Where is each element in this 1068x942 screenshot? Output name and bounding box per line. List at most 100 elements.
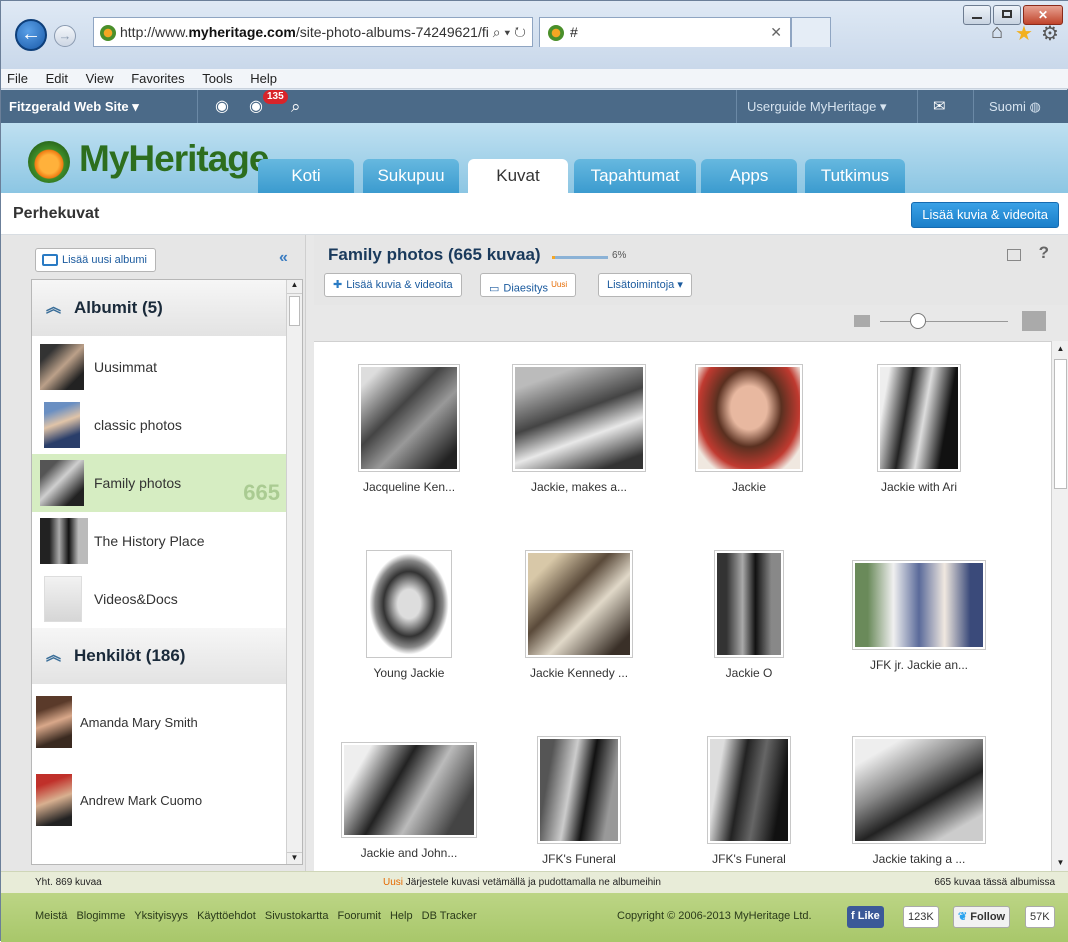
notifications-icon[interactable]: ◉ xyxy=(249,90,263,123)
twitter-follow-button[interactable]: ❦ Follow xyxy=(953,906,1011,928)
zoom-slider[interactable] xyxy=(880,321,1008,322)
userguide-menu[interactable]: Userguide MyHeritage ▾ xyxy=(747,90,886,123)
album-progress-text: 6% xyxy=(612,250,627,261)
footer-link[interactable]: Meistä xyxy=(35,910,67,922)
photo-thumbnail xyxy=(855,563,983,647)
person-thumbnail xyxy=(36,774,72,826)
photo-thumbnail xyxy=(717,553,781,655)
add-new-album-button[interactable]: Lisää uusi albumi xyxy=(35,248,156,272)
scroll-thumb[interactable] xyxy=(289,296,300,326)
album-item-family-photos[interactable]: Family photos 665 xyxy=(32,454,286,512)
photo-item[interactable]: JFK's Funeral xyxy=(654,736,844,866)
photo-item[interactable]: Young Jackie xyxy=(314,550,504,680)
scroll-up-icon[interactable]: ▲ xyxy=(287,280,302,294)
mail-icon[interactable]: ✉ xyxy=(933,90,946,123)
address-bar[interactable]: http://www.myheritage.com/site-photo-alb… xyxy=(93,17,533,47)
album-item-classic-photos[interactable]: classic photos xyxy=(32,396,286,454)
language-selector[interactable]: Suomi ◍ xyxy=(989,90,1041,123)
site-logo[interactable]: MyHeritage xyxy=(79,138,269,180)
tab-apps[interactable]: Apps xyxy=(701,159,797,193)
site-selector[interactable]: Fitzgerald Web Site ▾ xyxy=(9,90,139,123)
tab-koti[interactable]: Koti xyxy=(258,159,354,193)
album-item-uusimmat[interactable]: Uusimmat xyxy=(32,338,286,396)
menu-file[interactable]: File xyxy=(7,71,28,86)
search-icon[interactable]: ⌕ xyxy=(291,90,301,123)
tab-tutkimus[interactable]: Tutkimus xyxy=(805,159,905,193)
footer-link[interactable]: Blogimme xyxy=(76,910,125,922)
tab-tapahtumat[interactable]: Tapahtumat xyxy=(574,159,696,193)
menu-tools[interactable]: Tools xyxy=(202,71,232,86)
photo-thumbnail xyxy=(710,739,788,841)
scroll-down-icon[interactable]: ▼ xyxy=(287,852,302,864)
photo-item[interactable]: Jackie O xyxy=(654,550,844,680)
photo-item[interactable]: JFK jr. Jackie an... xyxy=(824,560,1014,672)
scroll-up-icon[interactable]: ▲ xyxy=(1052,341,1068,357)
menu-edit[interactable]: Edit xyxy=(46,71,68,86)
photo-item[interactable]: Jackie taking a ... xyxy=(824,736,1014,866)
photo-item[interactable]: Jackie Kennedy ... xyxy=(484,550,674,680)
photo-thumbnail xyxy=(540,739,618,841)
tab-sukupuu[interactable]: Sukupuu xyxy=(363,159,459,193)
photo-item[interactable]: Jacqueline Ken... xyxy=(314,364,504,494)
search-refresh-icon[interactable]: ⌕ ▾ ↻ xyxy=(488,18,526,46)
album-item-history-place[interactable]: The History Place xyxy=(32,512,286,570)
album-item-videos-docs[interactable]: Videos&Docs xyxy=(32,570,286,628)
forward-button[interactable]: → xyxy=(54,25,76,47)
add-media-button[interactable]: ✚ Lisää kuvia & videoita xyxy=(324,273,462,297)
album-title: Family photos (665 kuvaa) xyxy=(328,245,541,264)
plus-icon: ✚ xyxy=(333,279,343,291)
album-progress-bar xyxy=(552,256,608,259)
small-thumbs-icon[interactable] xyxy=(854,315,870,327)
favorites-star-icon[interactable]: ★ xyxy=(1015,21,1033,46)
photo-item[interactable]: Jackie xyxy=(654,364,844,494)
help-icon[interactable]: ? xyxy=(1039,243,1049,263)
photo-item[interactable]: JFK's Funeral xyxy=(484,736,674,866)
photo-grid-scrollbar[interactable]: ▲ ▼ xyxy=(1051,341,1068,871)
layout-toggle-icon[interactable] xyxy=(1007,249,1021,261)
menu-help[interactable]: Help xyxy=(250,71,277,86)
scroll-thumb[interactable] xyxy=(1054,359,1067,489)
people-section-header[interactable]: ︽ Henkilöt (186) xyxy=(32,628,286,684)
more-actions-dropdown[interactable]: Lisätoimintoja ▾ xyxy=(598,273,692,297)
back-button[interactable]: ← xyxy=(15,19,47,51)
album-thumbnail xyxy=(40,460,84,506)
tab-kuvat[interactable]: Kuvat xyxy=(468,159,568,193)
menu-bar: File Edit View Favorites Tools Help xyxy=(1,69,1068,89)
new-tab-button[interactable] xyxy=(791,17,831,47)
drag-tip: Uusi Järjestele kuvasi vetämällä ja pudo… xyxy=(383,877,661,888)
zoom-slider-handle[interactable] xyxy=(910,313,926,329)
menu-view[interactable]: View xyxy=(86,71,114,86)
site-footer: Meistä Blogimme Yksityisyys Käyttöehdot … xyxy=(1,893,1068,942)
photo-item[interactable]: Jackie, makes a... xyxy=(484,364,674,494)
slideshow-button[interactable]: ▭ Diaesitys Uusi xyxy=(480,273,577,297)
footer-link[interactable]: Yksityisyys xyxy=(134,910,188,922)
album-list: ︽ Albumit (5) Uusimmat classic photos Fam… xyxy=(31,279,303,865)
chat-icon[interactable]: ◉ xyxy=(215,90,229,123)
browser-tab-active[interactable]: # ✕ xyxy=(539,17,791,47)
photo-item[interactable]: Jackie and John... xyxy=(314,742,504,860)
photo-thumbnail xyxy=(855,739,983,841)
close-tab-icon[interactable]: ✕ xyxy=(770,18,782,46)
minimize-button[interactable] xyxy=(963,5,991,25)
slideshow-icon: ▭ xyxy=(489,282,500,295)
facebook-like-button[interactable]: f Like xyxy=(847,906,884,928)
footer-link[interactable]: Sivustokartta xyxy=(265,910,329,922)
footer-link[interactable]: Käyttöehdot xyxy=(197,910,256,922)
albums-section-header[interactable]: ︽ Albumit (5) xyxy=(32,280,286,336)
add-photos-videos-button[interactable]: Lisää kuvia & videoita xyxy=(911,202,1059,228)
home-icon[interactable]: ⌂ xyxy=(991,21,1003,44)
footer-link[interactable]: Foorumit xyxy=(338,910,381,922)
person-item-amanda[interactable]: Amanda Mary Smith xyxy=(32,684,286,762)
collapse-sidebar-icon[interactable]: « xyxy=(279,249,288,267)
scroll-down-icon[interactable]: ▼ xyxy=(1052,855,1068,871)
settings-gear-icon[interactable]: ⚙ xyxy=(1041,21,1059,46)
album-list-scrollbar[interactable]: ▲ ▼ xyxy=(286,280,302,864)
person-item-andrew[interactable]: Andrew Mark Cuomo xyxy=(32,762,286,840)
photo-item[interactable]: Jackie with Ari xyxy=(824,364,1014,494)
large-thumbs-icon[interactable] xyxy=(1022,311,1046,331)
zoom-bar xyxy=(314,305,1068,341)
footer-link[interactable]: Help xyxy=(390,910,413,922)
menu-favorites[interactable]: Favorites xyxy=(131,71,184,86)
album-view: Family photos (665 kuvaa) 6% ? ✚ Lisää ku… xyxy=(314,235,1068,871)
footer-link[interactable]: DB Tracker xyxy=(422,910,477,922)
